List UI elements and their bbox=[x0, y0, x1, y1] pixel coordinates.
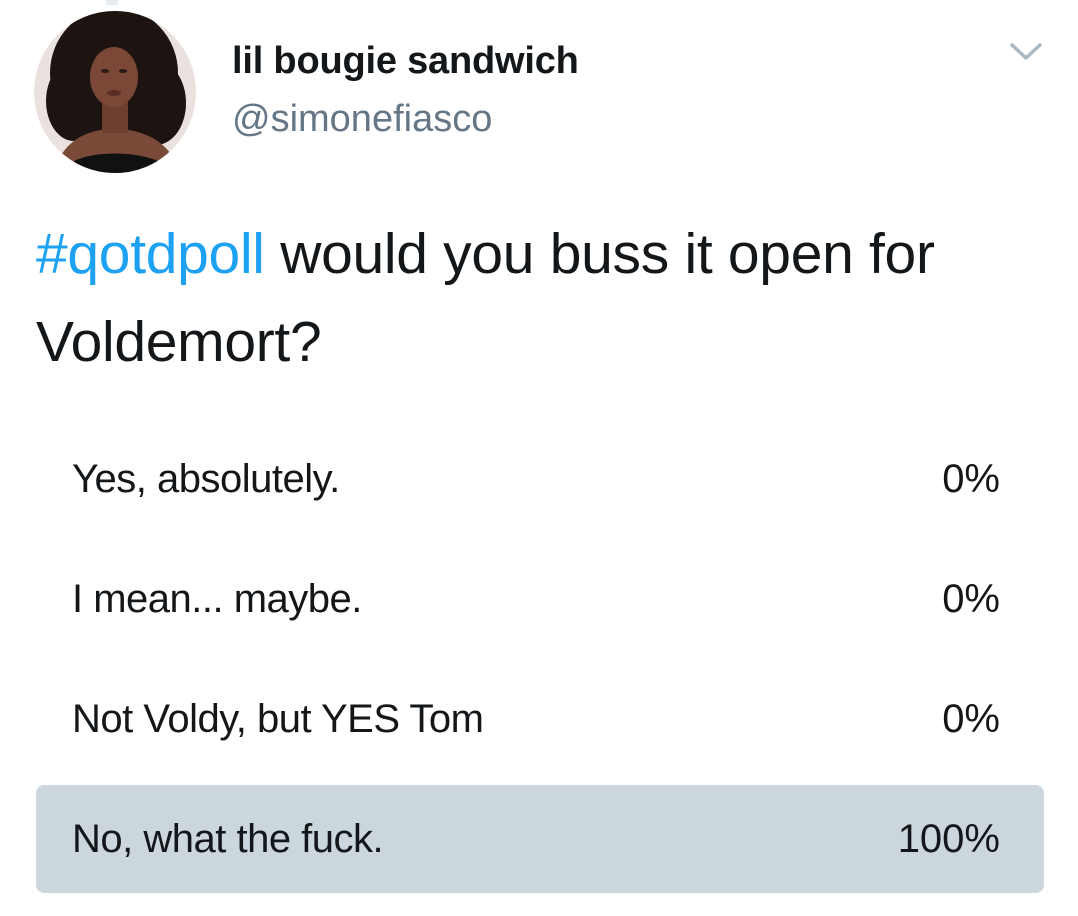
poll-option-label: No, what the fuck. bbox=[72, 817, 384, 861]
hashtag-link[interactable]: #qotdpoll bbox=[36, 222, 265, 286]
poll-option: I mean... maybe. 0% bbox=[36, 545, 1044, 653]
poll-option-label: Not Voldy, but YES Tom bbox=[72, 697, 484, 741]
divider bbox=[106, 0, 118, 5]
poll-option: No, what the fuck. 100% bbox=[36, 785, 1044, 893]
tweet-text: #qotdpoll would you buss it open for Vol… bbox=[36, 210, 1046, 386]
avatar[interactable] bbox=[34, 11, 196, 173]
poll-option-percent: 100% bbox=[897, 817, 1000, 861]
poll-option-label: Yes, absolutely. bbox=[72, 457, 340, 501]
poll: Yes, absolutely. 0% I mean... maybe. 0% Not … bbox=[36, 425, 1044, 905]
poll-option: Not Voldy, but YES Tom 0% bbox=[36, 665, 1044, 773]
poll-option-percent: 0% bbox=[942, 457, 1000, 501]
tweet-card: lil bougie sandwich @simonefiasco #qotdp… bbox=[0, 0, 1078, 916]
chevron-down-icon[interactable] bbox=[1008, 40, 1044, 64]
poll-option-percent: 0% bbox=[942, 697, 1000, 741]
poll-option-percent: 0% bbox=[942, 577, 1000, 621]
user-handle[interactable]: @simonefiasco bbox=[232, 96, 579, 142]
poll-option: Yes, absolutely. 0% bbox=[36, 425, 1044, 533]
user-names: lil bougie sandwich @simonefiasco bbox=[232, 38, 579, 142]
display-name[interactable]: lil bougie sandwich bbox=[232, 38, 579, 84]
avatar-image bbox=[34, 11, 196, 173]
poll-option-label: I mean... maybe. bbox=[72, 577, 362, 621]
tweet-header: lil bougie sandwich @simonefiasco bbox=[34, 8, 1044, 178]
